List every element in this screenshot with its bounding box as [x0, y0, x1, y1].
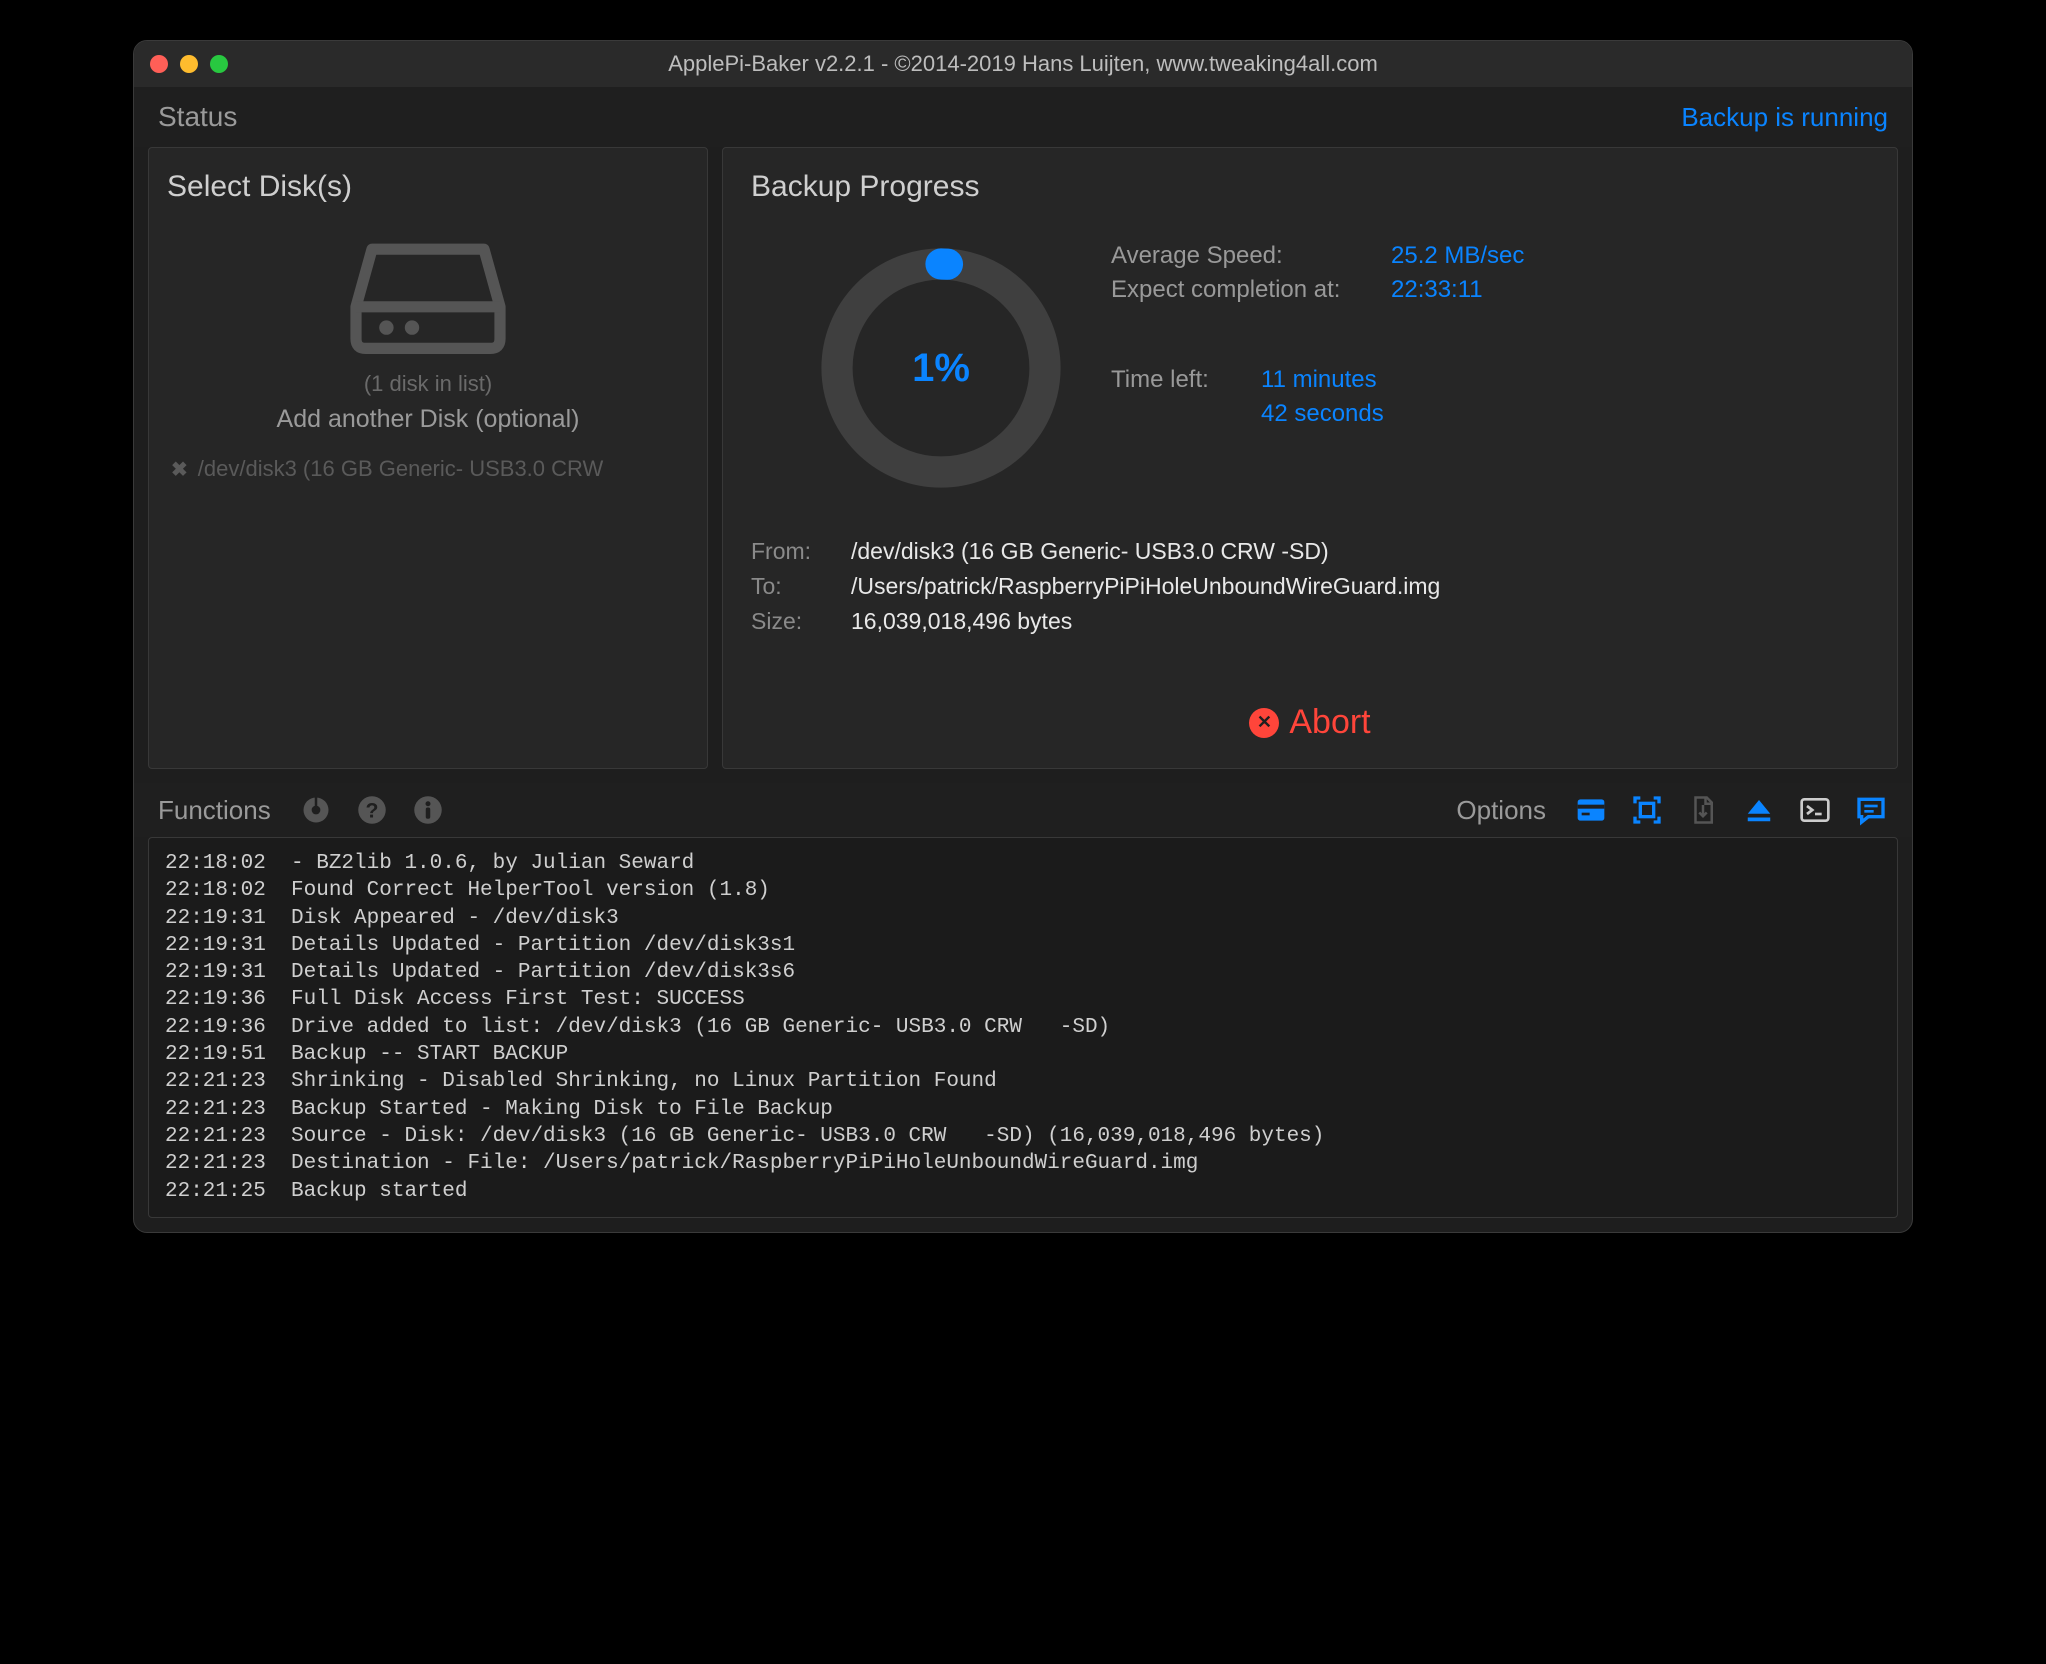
avg-speed-label: Average Speed:	[1111, 242, 1371, 270]
functions-label: Functions	[158, 795, 271, 826]
time-left-seconds: 42 seconds	[1261, 400, 1384, 428]
disk-count-text: (1 disk in list)	[167, 371, 689, 397]
backup-meta: From: /dev/disk3 (16 GB Generic- USB3.0 …	[751, 538, 1869, 643]
progress-stats: Average Speed: 25.2 MB/sec Expect comple…	[1111, 230, 1869, 434]
add-disk-text: Add another Disk (optional)	[167, 405, 689, 434]
option-eject-icon[interactable]	[1742, 793, 1776, 827]
option-terminal-icon[interactable]	[1798, 793, 1832, 827]
size-label: Size:	[751, 608, 851, 635]
progress-percent: 1%	[811, 238, 1071, 498]
option-frame-icon[interactable]	[1630, 793, 1664, 827]
from-value: /dev/disk3 (16 GB Generic- USB3.0 CRW -S…	[851, 538, 1329, 565]
from-label: From:	[751, 538, 851, 565]
size-value: 16,039,018,496 bytes	[851, 608, 1072, 635]
disk-function-icon[interactable]	[299, 793, 333, 827]
option-card-icon[interactable]	[1574, 793, 1608, 827]
window-title: ApplePi-Baker v2.2.1 - ©2014-2019 Hans L…	[134, 51, 1912, 77]
titlebar: ApplePi-Baker v2.2.1 - ©2014-2019 Hans L…	[134, 41, 1912, 87]
options-label: Options	[1456, 795, 1546, 826]
select-disk-title: Select Disk(s)	[167, 170, 689, 204]
abort-label: Abort	[1289, 703, 1370, 742]
remove-disk-icon[interactable]: ✖	[171, 457, 188, 482]
disk-entry-label: /dev/disk3 (16 GB Generic- USB3.0 CRW	[198, 456, 604, 482]
to-label: To:	[751, 573, 851, 600]
eta-value: 22:33:11	[1391, 276, 1483, 304]
svg-text:?: ?	[365, 799, 378, 823]
abort-button[interactable]: Abort	[1249, 703, 1370, 742]
status-bar: Status Backup is running	[134, 87, 1912, 147]
app-window: ApplePi-Baker v2.2.1 - ©2014-2019 Hans L…	[133, 40, 1913, 1233]
time-left-label: Time left:	[1111, 366, 1241, 394]
help-icon[interactable]: ?	[355, 793, 389, 827]
backup-progress-title: Backup Progress	[751, 170, 1869, 204]
to-value: /Users/patrick/RaspberryPiPiHoleUnboundW…	[851, 573, 1440, 600]
status-value: Backup is running	[1681, 102, 1888, 133]
option-chat-icon[interactable]	[1854, 793, 1888, 827]
time-left-minutes: 11 minutes	[1261, 366, 1377, 394]
abort-icon	[1249, 708, 1279, 738]
status-label: Status	[158, 101, 237, 133]
backup-progress-panel: Backup Progress 1% Average Speed: 25.2 M…	[722, 147, 1898, 769]
select-disk-panel: Select Disk(s) (1 disk in list) Add anot…	[148, 147, 708, 769]
disk-list-entry[interactable]: ✖ /dev/disk3 (16 GB Generic- USB3.0 CRW	[167, 456, 689, 482]
eta-label: Expect completion at:	[1111, 276, 1371, 304]
info-icon[interactable]	[411, 793, 445, 827]
toolbar: Functions ? Options	[134, 783, 1912, 837]
progress-ring: 1%	[811, 238, 1071, 498]
log-output[interactable]: 22:18:02 - BZ2lib 1.0.6, by Julian Sewar…	[148, 837, 1898, 1218]
disk-drive-icon	[348, 230, 508, 363]
avg-speed-value: 25.2 MB/sec	[1391, 242, 1524, 270]
option-file-icon[interactable]	[1686, 793, 1720, 827]
